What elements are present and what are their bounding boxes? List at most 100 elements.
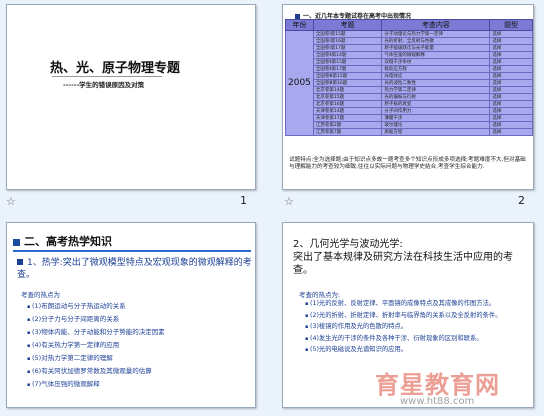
bullet-icon [13,238,20,246]
animation-star-icon[interactable]: ☆ [284,195,294,208]
table-row: 北京卷第15题 光的偏振与衍射 选择 [286,93,533,101]
table-cell: 光的波粒二象性 [381,79,491,87]
table-cell: 选择 [489,114,533,122]
table-header: 年份 [285,19,314,31]
table-cell: 全国卷Ⅱ第15题 [312,58,383,66]
table-cell: 选择 [489,86,533,94]
list-item: (4)发生光的干涉的条件及各种干涉、衍射现象的区别和联系。 [305,334,523,345]
list-item: (2)光的折射、折射定律、折射率与临界角的关系以及全反射的条件。 [305,311,523,322]
watermark-logo: 育星教育网 [375,371,500,399]
table-cell: 选择 [489,58,533,66]
table-cell: 选择 [489,79,533,87]
table-row: 全国卷Ⅱ第14题 气体压强的微观解释 选择 [286,51,533,59]
hot-topic-list: (1)光的反射、反射定律、平面镜的成像特点及其成像的作图方法。(2)光的折射、折… [305,299,523,357]
table-cell: 原子能级跃迁与光子能量 [381,44,491,52]
table-cell: 分子动理论与热力学第一定律 [381,30,491,38]
table-cell: 选择 [489,65,533,73]
list-item: (2)分子力与分子间距离的关系 [27,313,253,326]
list-item: (3)物体内能、分子动能和分子势能的决定因素 [27,326,253,339]
table-cell: 核反应方程 [381,65,491,73]
table-cell: 光的偏振与衍射 [381,93,491,101]
table-cell: 天津卷第14题 [312,107,383,115]
table-row: 全国卷Ⅱ第15题 双缝干涉条纹 选择 [286,58,533,66]
table-cell: 北京卷第16题 [312,100,383,108]
table-cell: 选择 [489,72,533,80]
table-cell: 全国卷Ⅲ第15题 [312,72,383,80]
table-cell: 选择 [489,121,533,129]
divider [52,76,162,77]
table-row: 天津卷第17题 薄膜干涉 选择 [286,114,533,122]
table-cell: 玻尔理论 [381,121,491,129]
table-cell: 分子间作用力 [381,107,491,115]
list-item: (3)棱镜的作用及光的色散的特点。 [305,322,523,333]
table-cell: 选择 [489,128,533,136]
animation-star-icon[interactable]: ☆ [6,195,16,208]
table-cell: 质能方程 [381,128,491,136]
table-row: 全国卷Ⅲ第15题 光电效应 选择 [286,72,533,80]
table-cell: 北京卷第15题 [312,93,383,101]
sub-heading: 考查的热点为 [21,291,60,299]
slide-3[interactable]: 二、高考热学知识 1、热学:突出了微观模型特点及宏观现象的微观解释的考查。 考查… [6,222,256,408]
slide-title: 二、高考热学知识 [13,233,112,249]
list-item: (5)对热力学第二定律的理解 [27,352,253,365]
list-item: (5)光的电磁说及光谱知识的应用。 [305,345,523,356]
slide-1[interactable]: 热、光、原子物理专题 ------学生的错误原因及对策 [6,4,256,190]
table-cell: 全国卷Ⅰ第16题 [312,37,383,45]
slide-thumbnail-1[interactable]: 热、光、原子物理专题 ------学生的错误原因及对策 ☆ 1 [0,0,272,208]
sub-heading: 考查的热点为: [299,291,341,299]
list-item: (1)光的反射、反射定律、平面镜的成像特点及其成像的作图方法。 [305,299,523,310]
slide-thumbnail-3[interactable]: 二、高考热学知识 1、热学:突出了微观模型特点及宏观现象的微观解释的考查。 考查… [0,208,272,416]
table-cell: 选择 [489,93,533,101]
table-row: 全国卷Ⅰ第16题 光的折射、全反射与色散 选择 [286,37,533,45]
table-row: 北京卷第14题 热力学第二定律 选择 [286,86,533,94]
table-header: 考查内容 [381,19,491,31]
table-cell: 选择 [489,51,533,59]
list-item: (7)气体压强的微观解释 [27,378,253,391]
slide-number: 2 [518,194,525,207]
table-cell: 江苏卷第2题 [312,121,383,129]
table-cell: 江苏卷第7题 [312,128,383,136]
table-cell: 选择 [489,37,533,45]
slide-title: 热、光、原子物理专题 [50,61,181,76]
table-row: 全国卷Ⅲ第16题 光的波粒二象性 选择 [286,79,533,87]
year-cell: 2005 [285,30,314,136]
table-cell: 选择 [489,107,533,115]
table-cell: 全国卷Ⅱ第14题 [312,51,383,59]
table-row: 北京卷第16题 原子核的衰变 选择 [286,100,533,108]
table-cell: 热力学第二定律 [381,86,491,94]
lead-text: 1、热学:突出了微观模型特点及宏观现象的微观解释的考查。 [17,258,252,280]
title-text: 二、高考热学知识 [24,235,112,248]
hot-topic-list: (1)布朗运动与分子热运动的关系(2)分子力与分子间距离的关系(3)物体内能、分… [27,300,253,391]
table-cell: 天津卷第17题 [312,114,383,122]
table-row: 全国卷Ⅰ第17题 原子能级跃迁与光子能量 选择 [286,44,533,52]
table-cell: 全国卷Ⅲ第16题 [312,79,383,87]
table-cell: 全国卷Ⅱ第17题 [312,65,383,73]
slide-subtitle: ------学生的错误原因及对策 [63,81,145,89]
table-cell: 原子核的衰变 [381,100,491,108]
table-header: 考题 [312,19,383,31]
watermark-url: www.ht88.com [400,396,475,407]
table-cell: 选择 [489,44,533,52]
table-cell: 全国卷Ⅰ第15题 [312,30,383,38]
table-cell: 全国卷Ⅰ第17题 [312,44,383,52]
table-cell: 薄膜干涉 [381,114,491,122]
table-cell: 北京卷第14题 [312,86,383,94]
slide-title: 2、几何光学与波动光学: [293,239,403,250]
table-row: 江苏卷第7题 质能方程 选择 [286,128,533,136]
table-row: 天津卷第14题 分子间作用力 选择 [286,107,533,115]
lead-paragraph: 1、热学:突出了微观模型特点及宏观现象的微观解释的考查。 [17,257,253,281]
table-cell: 选择 [489,30,533,38]
title-underline [13,250,251,252]
table-row: 江苏卷第2题 玻尔理论 选择 [286,121,533,129]
list-item: (6)有关阿伏加德罗常数及其微观量的估算 [27,365,253,378]
table-cell: 光的折射、全反射与色散 [381,37,491,45]
table-cell: 气体压强的微观解释 [381,51,491,59]
lead-paragraph: 突出了基本规律及研究方法在科技生活中应用的考查。 [293,252,513,276]
slide-number: 1 [240,194,247,207]
bullet-icon [17,259,23,265]
table-row: 全国卷Ⅱ第17题 核反应方程 选择 [286,65,533,73]
slide-2[interactable]: 一、近几年本专题试卷在高考中出现情况 年份 考题 考查内容 题型 2005 全国卷… [282,4,534,190]
exam-notes: 试题特点:全为选择题;由于知识点多故一题考查多个知识点形成多项选择;考题难度不大… [289,157,526,170]
slide-thumbnail-2[interactable]: 一、近几年本专题试卷在高考中出现情况 年份 考题 考查内容 题型 2005 全国卷… [272,0,544,208]
table-cell: 双缝干涉条纹 [381,58,491,66]
